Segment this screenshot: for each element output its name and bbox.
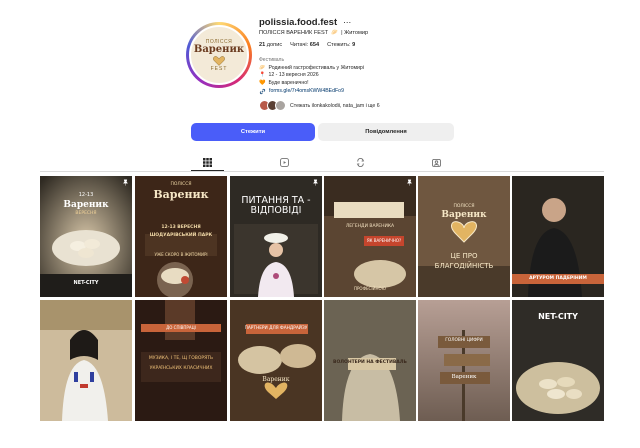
post-text: ДО СПІВПРАЦІ xyxy=(166,325,196,330)
post-date-text: 12-13 xyxy=(78,192,94,198)
tagged-icon xyxy=(431,158,441,167)
pin-icon xyxy=(312,179,319,186)
profile-category: Фестиваль xyxy=(259,57,285,63)
followers-label: Читачі: xyxy=(290,42,309,48)
profile-avatar[interactable]: ПОЛІССЯ Вареник FEST xyxy=(189,25,249,85)
bio-line: 🥟 Родинний гастрофестиваль у Житомирі xyxy=(259,65,364,72)
bio-line-text: Буде вареничнo! xyxy=(268,79,309,86)
followers-stat[interactable]: Читачі: 654 xyxy=(290,42,319,48)
heart-icon xyxy=(213,55,225,66)
profile-full-name: ПОЛІССЯ ВАРЕНИК FEST xyxy=(259,30,329,36)
tab-reels[interactable] xyxy=(278,157,290,167)
pin-icon xyxy=(406,179,413,186)
post-text: ШОДУАРІВСЬКИЙ ПАРК xyxy=(149,233,213,238)
followed-by-avatars xyxy=(259,100,286,111)
post-thumbnail[interactable]: ПИТАННЯ ТА - ВІДПОВІДІ xyxy=(230,176,322,297)
post-title: Вареник xyxy=(63,200,109,210)
profile-bio: 🥟 Родинний гастрофестиваль у Житомирі 📍 12… xyxy=(259,65,364,87)
post-thumbnail[interactable]: ПОЛІССЯ Вареник ЦЕ ПРО БЛАГОДІЙНІСТЬ xyxy=(418,176,510,297)
location-pin-icon: 📍 xyxy=(259,72,266,79)
bio-line-text: 12 - 13 вересня 2026 xyxy=(268,72,319,79)
post-text: ГОЛОВНІ ЦИФРИ xyxy=(445,338,483,343)
post-title: Вареник xyxy=(153,188,209,201)
post-thumbnail[interactable]: ДО СПІВПРАЦІ МУЗИКА, І ТЕ, Щ ГОВОРЯТЬ УК… xyxy=(135,300,227,421)
post-footer: NET-CITY xyxy=(73,280,99,286)
post-text: ЛЕГЕНДИ ВАРЕНИКА xyxy=(345,224,395,229)
post-thumbnail[interactable]: ВОЛОНТЕРИ НА ФЕСТИВАЛЬ xyxy=(324,300,416,421)
post-thumbnail[interactable]: ГОЛОВНІ ЦИФРИ Вареник xyxy=(418,300,510,421)
posts-label: допис xyxy=(266,42,283,48)
avatar xyxy=(275,100,286,111)
post-text: 12-13 ВЕРЕСНЯ xyxy=(161,225,201,230)
post-text: Вареник xyxy=(262,376,290,383)
link-icon xyxy=(259,88,266,95)
followed-by-text: Стежать ilonkakolodii, nata_jam і ще 6 xyxy=(290,102,380,109)
post-text: АРТУРОМ ПАДЕРІНИМ xyxy=(529,276,587,281)
post-thumbnail[interactable]: NET-CITY xyxy=(512,300,604,421)
followed-by-row[interactable]: Стежать ilonkakolodii, nata_jam і ще 6 xyxy=(259,100,380,111)
profile-fullname: ПОЛІССЯ ВАРЕНИК FEST 🥟 | Житомир xyxy=(259,30,368,36)
following-label: Стежить: xyxy=(327,42,351,48)
message-button[interactable]: Повідомлення xyxy=(318,123,454,141)
tabs-divider xyxy=(40,171,604,172)
post-image xyxy=(40,300,132,421)
post-text: БЛАГОДІЙНІСТЬ xyxy=(434,262,494,270)
follow-button[interactable]: Стежити xyxy=(191,123,315,141)
profile-link-text[interactable]: forms.gle/7r4omsKWW4BEdFo9 xyxy=(269,88,344,95)
username-row: polissia.food.fest ⋯ xyxy=(259,17,351,28)
post-thumbnail[interactable] xyxy=(40,300,132,421)
bio-line: 🧡 Буде вареничнo! xyxy=(259,80,364,87)
post-thumbnail[interactable]: АРТУРОМ ПАДЕРІНИМ xyxy=(512,176,604,297)
post-image xyxy=(230,300,322,421)
post-top-text: ПОЛІССЯ xyxy=(170,182,192,187)
reposts-icon xyxy=(356,157,364,167)
active-tab-indicator xyxy=(191,170,224,171)
post-image xyxy=(418,176,510,297)
profile-tabs xyxy=(0,153,640,172)
bio-line-text: Родинний гастрофестиваль у Житомирі xyxy=(268,65,364,71)
post-thumbnail[interactable]: ЛЕГЕНДИ ВАРЕНИКА ЯК ВАРЕНИЧНО? ПРОФЕСІЙН… xyxy=(324,176,416,297)
post-text: УЖЕ СКОРО В ЖИТОМИРІ xyxy=(154,252,208,257)
post-brand-text: NET-CITY xyxy=(538,312,578,321)
grid-icon xyxy=(202,157,212,167)
post-text: Вареник xyxy=(451,374,477,380)
profile-link[interactable]: forms.gle/7r4omsKWW4BEdFo9 xyxy=(259,88,344,95)
bio-line: 📍 12 - 13 вересня 2026 xyxy=(259,72,364,79)
dumpling-emoji-icon: 🥟 xyxy=(331,30,339,36)
avatar-text-fest: FEST xyxy=(210,65,228,72)
tab-tagged[interactable] xyxy=(430,157,442,167)
posts-count: 21 xyxy=(259,42,266,48)
post-thumbnail[interactable]: 12-13 Вареник ВЕРЕСНЯ NET-CITY xyxy=(40,176,132,297)
post-thumbnail[interactable]: ПОЛІССЯ Вареник 12-13 ВЕРЕСНЯ ШОДУАРІВСЬ… xyxy=(135,176,227,297)
post-title: Вареник xyxy=(441,210,487,220)
post-text: ВЕРЕСНЯ xyxy=(75,211,97,216)
reels-icon xyxy=(279,157,289,167)
post-text: ЦЕ ПРО xyxy=(450,252,478,260)
post-text: УКРАЇНСЬКИХ КЛАСИЧНИХ xyxy=(149,366,213,371)
ellipsis-icon[interactable]: ⋯ xyxy=(343,18,351,27)
avatar-text-varenyk: Вареник xyxy=(193,43,245,55)
profile-stats: 21 допис Читачі: 654 Стежить: 9 xyxy=(259,42,355,48)
post-image xyxy=(418,300,510,421)
post-image xyxy=(324,176,416,297)
post-top-text: ПОЛІССЯ xyxy=(453,204,475,209)
pin-icon xyxy=(122,179,129,186)
tab-posts[interactable] xyxy=(201,157,213,167)
post-thumbnail[interactable]: ПАРТНЕРИ ДЛЯ ФАНДРАЙЗУ Вареник xyxy=(230,300,322,421)
post-text: ПАРТНЕРИ ДЛЯ ФАНДРАЙЗУ xyxy=(244,326,308,331)
following-stat[interactable]: Стежить: 9 xyxy=(327,42,355,48)
profile-avatar-ring[interactable]: ПОЛІССЯ Вареник FEST xyxy=(186,22,252,88)
post-text: ВОЛОНТЕРИ НА ФЕСТИВАЛЬ xyxy=(333,360,407,365)
followers-count: 654 xyxy=(309,42,320,48)
following-count: 9 xyxy=(352,42,356,48)
tab-reposts[interactable] xyxy=(354,157,366,167)
heart-emoji-icon: 🧡 xyxy=(259,79,266,86)
post-text: МУЗИКА, І ТЕ, Щ ГОВОРЯТЬ xyxy=(148,356,214,361)
post-text: ПРОФЕСІЙНОЮ xyxy=(354,286,386,291)
profile-username[interactable]: polissia.food.fest xyxy=(259,17,337,28)
post-title: ПИТАННЯ ТА - ВІДПОВІДІ xyxy=(241,195,311,216)
posts-stat: 21 допис xyxy=(259,42,282,48)
profile-location: | Житомир xyxy=(341,30,369,36)
post-text: ЯК ВАРЕНИЧНО? xyxy=(366,238,402,243)
